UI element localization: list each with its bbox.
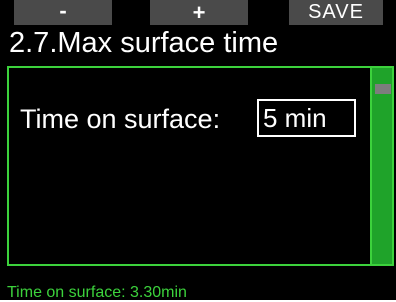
increase-button[interactable]: + [150,0,248,25]
device-screen: - + SAVE 2.7.Max surface time Time on su… [0,0,396,301]
page-title: 2.7.Max surface time [9,27,279,59]
status-text: Time on surface: 3.30min [7,284,187,301]
decrease-button[interactable]: - [14,0,112,25]
scrollbar[interactable] [372,66,394,266]
scrollbar-thumb[interactable] [375,84,391,94]
save-button[interactable]: SAVE [289,0,383,25]
setting-label: Time on surface: [20,104,221,134]
settings-panel [7,66,372,266]
surface-time-value-field[interactable]: 5 min [257,99,356,137]
